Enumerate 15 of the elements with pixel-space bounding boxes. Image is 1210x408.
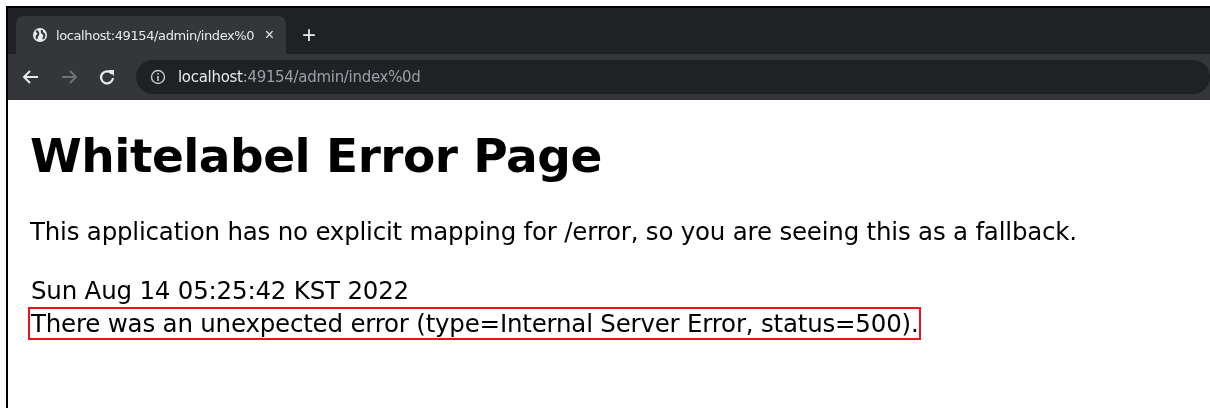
close-tab-button[interactable]: × bbox=[264, 26, 274, 44]
error-message: This application has no explicit mapping for /error, so you are seeing this as a fallback. bbox=[30, 217, 1077, 246]
error-detail: There was an unexpected error (type=Internal Server Error, status=500). bbox=[28, 307, 922, 340]
info-icon[interactable] bbox=[150, 69, 166, 85]
back-button[interactable] bbox=[22, 68, 40, 86]
address-bar[interactable]: localhost:49154/admin/index%0d bbox=[136, 60, 1210, 94]
forward-button[interactable] bbox=[60, 68, 78, 86]
new-tab-button[interactable]: + bbox=[296, 21, 322, 49]
tab-title: localhost:49154/admin/index%0 bbox=[56, 27, 256, 43]
globe-icon bbox=[32, 27, 48, 43]
reload-button[interactable] bbox=[98, 68, 116, 86]
url-text: localhost:49154/admin/index%0d bbox=[178, 68, 421, 86]
page-heading: Whitelabel Error Page bbox=[30, 128, 602, 183]
browser-tab[interactable]: localhost:49154/admin/index%0 × bbox=[16, 16, 286, 54]
error-timestamp: Sun Aug 14 05:25:42 KST 2022 bbox=[30, 275, 410, 307]
